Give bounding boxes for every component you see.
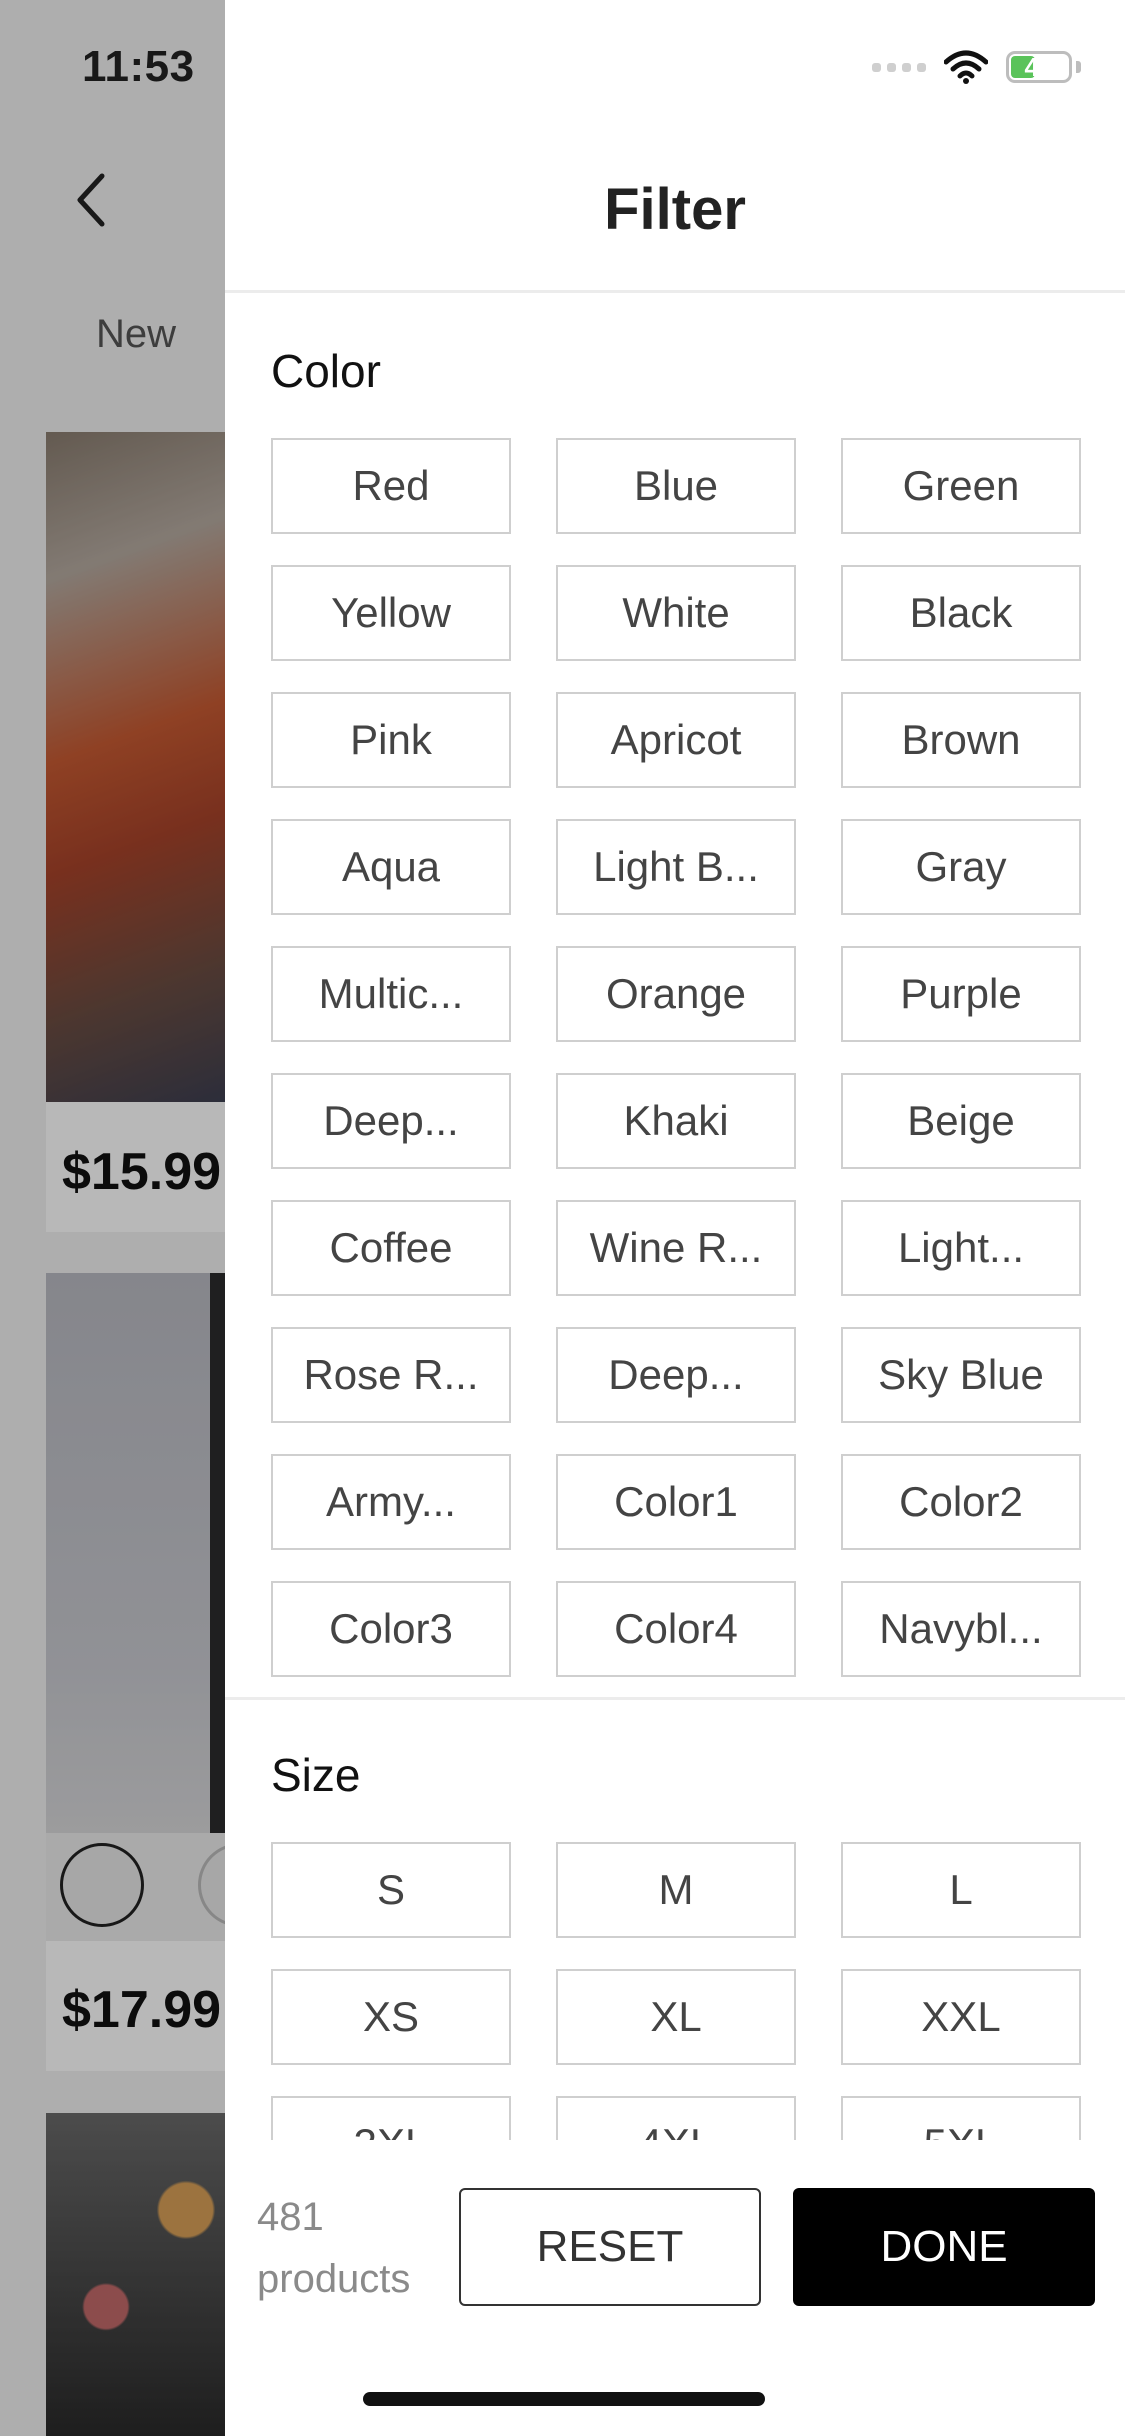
- color-option-chip[interactable]: Pink: [271, 692, 511, 788]
- color-option-chip[interactable]: Brown: [841, 692, 1081, 788]
- color-option-chip[interactable]: Light...: [841, 1200, 1081, 1296]
- battery-icon: 40: [1006, 51, 1072, 83]
- color-option-chip[interactable]: Wine R...: [556, 1200, 796, 1296]
- size-option-chip[interactable]: 3XL: [271, 2096, 511, 2140]
- status-bar-icons: 40: [872, 50, 1081, 84]
- size-options-viewport: SML XS XL XXL 3XL 4XL 5XL: [225, 1842, 1125, 2140]
- color-option-chip[interactable]: Orange: [556, 946, 796, 1042]
- color-option-chip[interactable]: Sky Blue: [841, 1327, 1081, 1423]
- wifi-icon: [944, 50, 988, 84]
- color-section-title: Color: [271, 345, 381, 397]
- home-indicator: [363, 2392, 765, 2406]
- color-option-chip[interactable]: Beige: [841, 1073, 1081, 1169]
- color-option-chip[interactable]: Color4: [556, 1581, 796, 1677]
- color-option-chip[interactable]: Light B...: [556, 819, 796, 915]
- color-option-chip[interactable]: Aqua: [271, 819, 511, 915]
- cellular-signal-icon: [872, 62, 926, 72]
- color-option-chip[interactable]: Coffee: [271, 1200, 511, 1296]
- color-option-chip[interactable]: Apricot: [556, 692, 796, 788]
- color-option-chip[interactable]: Army...: [271, 1454, 511, 1550]
- color-option-chip[interactable]: Color1: [556, 1454, 796, 1550]
- filter-title: Filter: [604, 177, 746, 242]
- size-option-chip[interactable]: 4XL: [556, 2096, 796, 2140]
- done-button[interactable]: DONE: [793, 2188, 1095, 2306]
- battery-cap: [1076, 61, 1081, 73]
- product-count: 481 products: [257, 2195, 411, 2301]
- color-option-chip[interactable]: Multic...: [271, 946, 511, 1042]
- color-option-chip[interactable]: Gray: [841, 819, 1081, 915]
- size-option-chip[interactable]: 5XL: [841, 2096, 1081, 2140]
- size-section-title: Size: [271, 1749, 361, 1801]
- color-option-chip[interactable]: Deep...: [556, 1327, 796, 1423]
- reset-button[interactable]: RESET: [459, 2188, 761, 2306]
- color-option-chip[interactable]: Khaki: [556, 1073, 796, 1169]
- color-option-chip[interactable]: Color3: [271, 1581, 511, 1677]
- size-option-chip[interactable]: S: [271, 1842, 511, 1938]
- color-option-chip[interactable]: Deep...: [271, 1073, 511, 1169]
- section-divider: [225, 1697, 1125, 1700]
- filter-footer: 481 products RESET DONE: [225, 2140, 1125, 2436]
- battery-level: 40: [1024, 52, 1054, 82]
- color-option-chip[interactable]: Black: [841, 565, 1081, 661]
- color-options: Red Blue Green Yellow White Black Pink Apricot B…: [271, 438, 1081, 1677]
- color-option-chip[interactable]: Rose R...: [271, 1327, 511, 1423]
- size-option-chip[interactable]: XXL: [841, 1969, 1081, 2065]
- color-option-chip[interactable]: Blue: [556, 438, 796, 534]
- size-option-chip[interactable]: L: [841, 1842, 1081, 1938]
- color-option-chip[interactable]: Yellow: [271, 565, 511, 661]
- size-option-chip[interactable]: M: [556, 1842, 796, 1938]
- size-option-chip[interactable]: XS: [271, 1969, 511, 2065]
- color-option-chip[interactable]: Purple: [841, 946, 1081, 1042]
- size-options: SML XS XL XXL 3XL 4XL 5XL: [271, 1842, 1081, 2140]
- header-divider: [225, 290, 1125, 293]
- color-option-chip[interactable]: Green: [841, 438, 1081, 534]
- size-option-chip[interactable]: XL: [556, 1969, 796, 2065]
- filter-panel: Filter Color Red Blue Green Yellow White Blac…: [225, 0, 1125, 2436]
- color-option-chip[interactable]: Color2: [841, 1454, 1081, 1550]
- color-option-chip[interactable]: White: [556, 565, 796, 661]
- color-option-chip[interactable]: Red: [271, 438, 511, 534]
- color-option-chip[interactable]: Navybl...: [841, 1581, 1081, 1677]
